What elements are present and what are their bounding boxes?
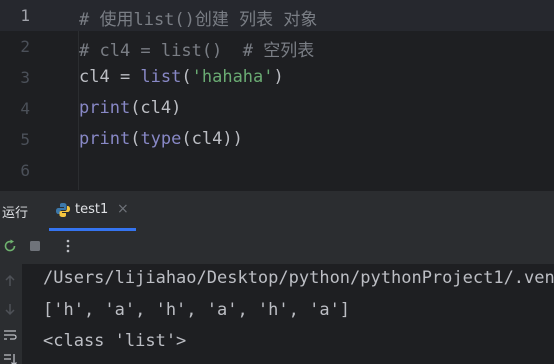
code-text: print(cl4) bbox=[79, 98, 181, 118]
comment-token: # 使用list()创建 列表 对象 bbox=[79, 10, 318, 30]
code-text: print(type(cl4)) bbox=[79, 129, 243, 149]
line-number: 2 bbox=[20, 37, 30, 56]
code-line[interactable]: 6 bbox=[0, 155, 554, 186]
console-line: ['h', 'a', 'h', 'a', 'h', 'a'] bbox=[43, 300, 351, 320]
scroll-to-end-icon[interactable] bbox=[2, 352, 18, 364]
code-token: ( bbox=[130, 129, 141, 149]
code-line[interactable]: 5 print(type(cl4)) bbox=[0, 124, 554, 155]
builtin-token: print bbox=[79, 129, 131, 149]
run-tab-bar: 运行 test1 × bbox=[0, 191, 554, 231]
close-icon[interactable]: × bbox=[117, 201, 129, 217]
code-token: (cl4) bbox=[130, 98, 182, 118]
code-token: cl4 = bbox=[79, 67, 141, 87]
rerun-icon[interactable] bbox=[2, 238, 18, 254]
code-text: cl4 = list('hahaha') bbox=[79, 67, 284, 87]
code-text: # 使用list()创建 列表 对象 bbox=[79, 5, 317, 30]
code-token: ( bbox=[181, 67, 192, 87]
code-token: (cl4)) bbox=[181, 129, 243, 149]
builtin-token: type bbox=[140, 129, 182, 149]
line-number: 5 bbox=[20, 130, 30, 149]
code-line[interactable]: 1 # 使用list()创建 列表 对象 bbox=[0, 0, 554, 31]
line-number: 1 bbox=[20, 6, 30, 25]
code-editor[interactable]: 1 # 使用list()创建 列表 对象 2 # cl4 = list() # 空列表… bbox=[0, 0, 554, 190]
builtin-token: list bbox=[140, 67, 182, 87]
line-number: 3 bbox=[20, 68, 30, 87]
python-file-icon bbox=[56, 203, 70, 217]
console-line: <class 'list'> bbox=[43, 331, 187, 351]
builtin-token: print bbox=[79, 98, 131, 118]
line-number: 4 bbox=[20, 99, 30, 118]
code-line[interactable]: 4 print(cl4) bbox=[0, 93, 554, 124]
run-tool-title: 运行 bbox=[2, 206, 29, 221]
code-line[interactable]: 2 # cl4 = list() # 空列表 bbox=[0, 31, 554, 62]
arrow-up-icon[interactable] bbox=[2, 273, 18, 289]
run-tool-window: 运行 test1 × /Users/lijiahao/Desktop/pytho… bbox=[0, 190, 554, 364]
comment-token: # cl4 = list() # 空列表 bbox=[79, 41, 315, 61]
line-number: 6 bbox=[20, 161, 30, 180]
code-line[interactable]: 3 cl4 = list('hahaha') bbox=[0, 62, 554, 93]
code-token: ) bbox=[273, 67, 284, 87]
console-side-toolbar bbox=[0, 264, 22, 364]
soft-wrap-icon[interactable] bbox=[2, 327, 18, 343]
stop-icon[interactable] bbox=[27, 238, 43, 254]
console-line: /Users/lijiahao/Desktop/python/pythonPro… bbox=[43, 268, 554, 288]
more-options-icon[interactable] bbox=[60, 238, 76, 254]
arrow-down-icon[interactable] bbox=[2, 301, 18, 317]
tab-test1[interactable]: test1 × bbox=[49, 191, 135, 229]
tab-label: test1 bbox=[75, 202, 109, 217]
console-output[interactable]: /Users/lijiahao/Desktop/python/pythonPro… bbox=[0, 264, 554, 364]
run-toolbar bbox=[0, 231, 554, 263]
str-token: 'hahaha' bbox=[191, 67, 274, 87]
code-text: # cl4 = list() # 空列表 bbox=[79, 36, 314, 61]
